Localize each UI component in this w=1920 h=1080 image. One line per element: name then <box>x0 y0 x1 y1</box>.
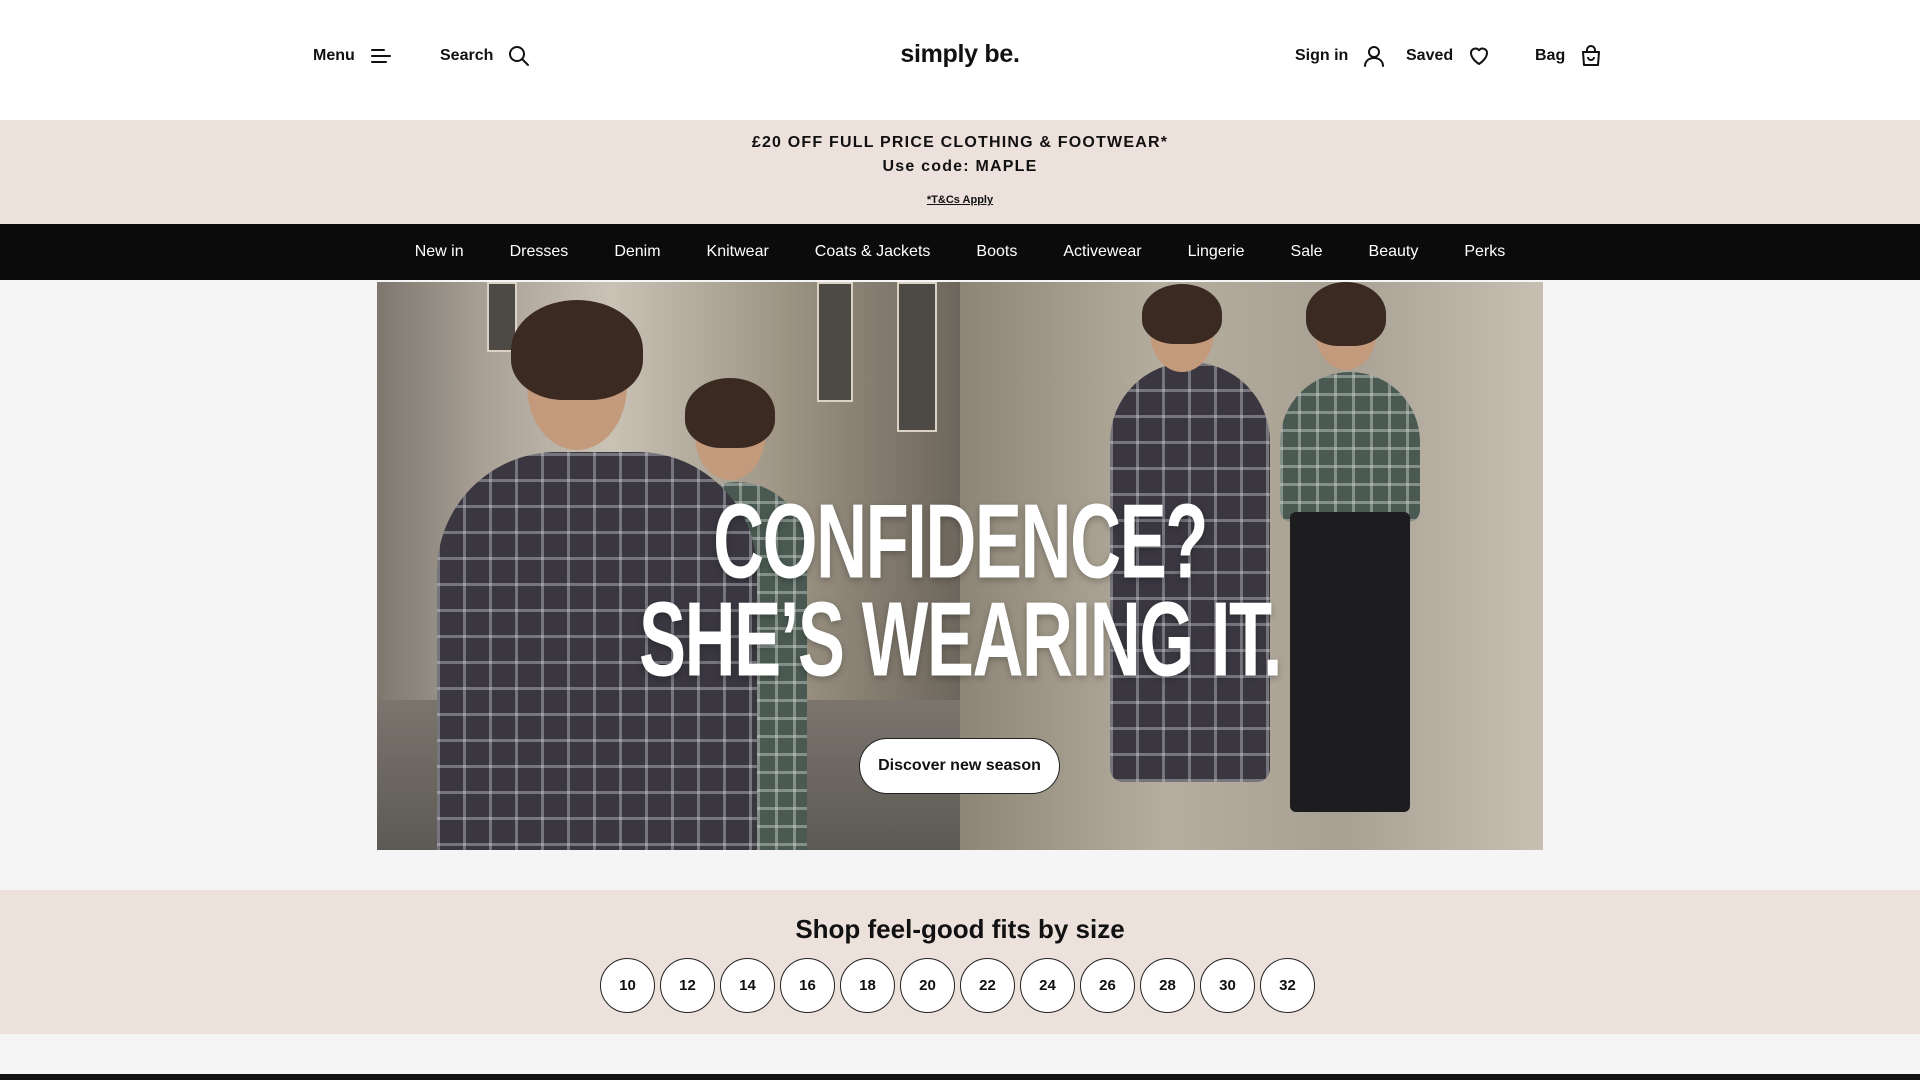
size-button-10[interactable]: 10 <box>600 958 655 1013</box>
terms-link[interactable]: *T&Cs Apply <box>0 194 1920 206</box>
bag-label: Bag <box>1535 47 1566 64</box>
nav-item-beauty[interactable]: Beauty <box>1369 243 1419 261</box>
nav-item-perks[interactable]: Perks <box>1464 243 1505 261</box>
nav-item-knitwear[interactable]: Knitwear <box>707 243 769 261</box>
signin-button[interactable]: Sign in <box>1295 44 1386 68</box>
saved-label: Saved <box>1406 47 1454 64</box>
hero-headline-line1: CONFIDENCE? <box>713 481 1208 601</box>
user-icon <box>1364 46 1385 67</box>
size-button-24[interactable]: 24 <box>1020 958 1075 1013</box>
size-section-title: Shop feel-good fits by size <box>795 914 1125 944</box>
promo-banner: £20 OFF FULL PRICE CLOTHING & FOOTWEAR* … <box>0 120 1920 224</box>
promo-code: Use code: MAPLE <box>882 158 1038 175</box>
site-header: Menu Search simply be. Sign in Saved Bag <box>0 0 1920 120</box>
nav-item-coats-jackets[interactable]: Coats & Jackets <box>815 243 931 261</box>
site-logo[interactable]: simply be. <box>0 40 1920 69</box>
size-button-12[interactable]: 12 <box>660 958 715 1013</box>
size-options: 10 12 14 16 18 20 22 24 26 28 30 32 <box>600 958 1315 1013</box>
size-button-26[interactable]: 26 <box>1080 958 1135 1013</box>
size-button-16[interactable]: 16 <box>780 958 835 1013</box>
category-nav: New in Dresses Denim Knitwear Coats & Ja… <box>0 224 1920 280</box>
nav-item-sale[interactable]: Sale <box>1291 243 1323 261</box>
hero-banner[interactable]: CONFIDENCE? SHE’S WEARING IT. Discover n… <box>377 282 1543 850</box>
size-button-22[interactable]: 22 <box>960 958 1015 1013</box>
promo-headline: £20 OFF FULL PRICE CLOTHING & FOOTWEAR* <box>751 134 1169 151</box>
hero-headline-line2: SHE’S WEARING IT. <box>639 579 1282 699</box>
saved-button[interactable]: Saved <box>1406 44 1491 68</box>
bag-icon <box>1582 45 1601 66</box>
size-button-28[interactable]: 28 <box>1140 958 1195 1013</box>
size-button-30[interactable]: 30 <box>1200 958 1255 1013</box>
nav-item-denim[interactable]: Denim <box>614 243 660 261</box>
nav-item-lingerie[interactable]: Lingerie <box>1188 243 1245 261</box>
size-button-14[interactable]: 14 <box>720 958 775 1013</box>
heart-icon <box>1470 47 1489 65</box>
nav-item-dresses[interactable]: Dresses <box>510 243 569 261</box>
size-button-20[interactable]: 20 <box>900 958 955 1013</box>
nav-item-new-in[interactable]: New in <box>415 243 464 261</box>
footer-edge <box>0 1074 1920 1080</box>
signin-label: Sign in <box>1295 47 1349 64</box>
nav-item-activewear[interactable]: Activewear <box>1063 243 1141 261</box>
size-button-18[interactable]: 18 <box>840 958 895 1013</box>
size-button-32[interactable]: 32 <box>1260 958 1315 1013</box>
bag-button[interactable]: Bag <box>1535 44 1603 68</box>
shop-by-size: Shop feel-good fits by size 10 12 14 16 … <box>0 890 1920 1034</box>
discover-new-season-button[interactable]: Discover new season <box>859 738 1060 794</box>
nav-item-boots[interactable]: Boots <box>976 243 1017 261</box>
